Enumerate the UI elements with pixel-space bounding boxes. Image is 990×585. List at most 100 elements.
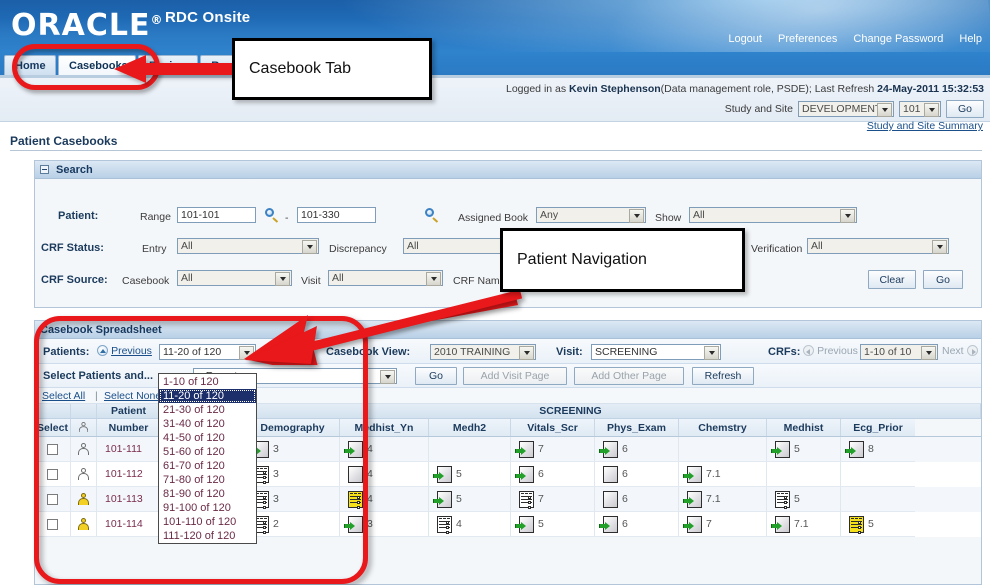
crf-cell[interactable]: 4	[429, 512, 511, 537]
crf-page-entry-arrow-icon[interactable]	[433, 465, 452, 484]
patients-range-option[interactable]: 1-10 of 120	[159, 375, 256, 389]
crf-cell[interactable]: 6	[511, 462, 595, 487]
patients-previous-button[interactable]: Previous	[97, 345, 152, 357]
patient-number-cell[interactable]: 101-112	[97, 462, 161, 487]
logout-link[interactable]: Logout	[728, 33, 762, 45]
row-select-checkbox[interactable]	[47, 493, 58, 505]
tab-review[interactable]: Review	[138, 55, 198, 75]
crf-page-entry-arrow-icon[interactable]	[599, 515, 618, 534]
crf-page-entry-arrow-icon[interactable]	[845, 440, 864, 459]
crf-cell[interactable]: 7.1	[679, 487, 767, 512]
row-select-cell[interactable]	[35, 487, 71, 512]
crf-cell[interactable]: 4	[340, 487, 429, 512]
tab-casebooks[interactable]: Casebooks	[58, 55, 136, 75]
visit-nav-select[interactable]: SCREENING	[591, 344, 721, 360]
patients-next-button[interactable]: Next	[261, 345, 297, 357]
crf-cell[interactable]: 6	[595, 462, 679, 487]
patient-range-from-input[interactable]: 101-101	[177, 207, 256, 223]
crf-cell[interactable]: 5	[429, 487, 511, 512]
crf-page-entry-arrow-icon[interactable]	[683, 465, 702, 484]
crf-cell[interactable]: 2	[246, 512, 340, 537]
patients-range-option[interactable]: 21-30 of 120	[159, 403, 256, 417]
site-select[interactable]: 101	[899, 101, 941, 117]
crf-page-entry-arrow-icon[interactable]	[683, 515, 702, 534]
casebook-select[interactable]: All	[177, 270, 292, 286]
casebook-view-select[interactable]: 2010 TRAINING	[430, 344, 536, 360]
crf-cell[interactable]: 4	[340, 462, 429, 487]
crf-page-entry-arrow-icon[interactable]	[344, 515, 363, 534]
visit-select[interactable]: All	[328, 270, 443, 286]
show-select[interactable]: All	[689, 207, 857, 223]
patients-range-option[interactable]: 81-90 of 120	[159, 487, 256, 501]
crf-cell[interactable]: 5	[841, 512, 915, 537]
crf-page-blank-icon[interactable]	[346, 465, 363, 484]
crf-cell[interactable]: 7.1	[679, 462, 767, 487]
row-select-cell[interactable]	[35, 437, 71, 462]
crf-page-entry-arrow-icon[interactable]	[771, 440, 790, 459]
patients-range-option[interactable]: 91-100 of 120	[159, 501, 256, 515]
assigned-book-select[interactable]: Any	[536, 207, 646, 223]
patient-range-to-input[interactable]: 101-330	[297, 207, 376, 223]
patients-range-select[interactable]: 11-20 of 120	[159, 344, 256, 360]
tab-home[interactable]: Home	[4, 55, 56, 75]
search-icon[interactable]	[265, 208, 280, 223]
crf-page-entry-arrow-icon[interactable]	[515, 515, 534, 534]
crf-cell[interactable]: 4	[340, 437, 429, 462]
patients-range-option[interactable]: 41-50 of 120	[159, 431, 256, 445]
row-select-checkbox[interactable]	[47, 443, 58, 455]
patient-number-cell[interactable]: 101-111	[97, 437, 161, 462]
crf-cell[interactable]: 3	[246, 462, 340, 487]
preferences-link[interactable]: Preferences	[778, 33, 837, 45]
crfs-range-select[interactable]: 1-10 of 10	[860, 344, 938, 360]
crf-page-entry-arrow-icon[interactable]	[515, 465, 534, 484]
crf-cell[interactable]: 8	[841, 437, 915, 462]
patients-range-option[interactable]: 31-40 of 120	[159, 417, 256, 431]
row-select-cell[interactable]	[35, 512, 71, 537]
patients-range-option[interactable]: 71-80 of 120	[159, 473, 256, 487]
crf-page-entry-arrow-icon[interactable]	[433, 490, 452, 509]
crf-page-entry-arrow-icon[interactable]	[683, 490, 702, 509]
select-none-link[interactable]: Select None	[104, 390, 161, 402]
crf-page-entered-icon[interactable]	[435, 515, 452, 534]
patients-range-option[interactable]: 61-70 of 120	[159, 459, 256, 473]
add-visit-page-button[interactable]: Add Visit Page	[463, 367, 567, 385]
patients-range-option[interactable]: 111-120 of 120	[159, 529, 256, 543]
help-link[interactable]: Help	[959, 33, 982, 45]
crf-page-entry-arrow-icon[interactable]	[599, 440, 618, 459]
patients-range-option[interactable]: 101-110 of 120	[159, 515, 256, 529]
verification-select[interactable]: All	[807, 238, 949, 254]
crf-cell[interactable]: 6	[595, 437, 679, 462]
row-select-checkbox[interactable]	[47, 468, 58, 480]
crf-page-blank-icon[interactable]	[601, 490, 618, 509]
crf-cell[interactable]: 7	[511, 437, 595, 462]
crf-cell[interactable]: 5	[429, 462, 511, 487]
crf-cell[interactable]: 7.1	[767, 512, 841, 537]
collapse-icon[interactable]	[40, 165, 49, 174]
crf-cell[interactable]: 7	[511, 487, 595, 512]
crf-page-entry-arrow-icon[interactable]	[515, 440, 534, 459]
crf-cell[interactable]: 7	[679, 512, 767, 537]
search-panel-header[interactable]: Search	[35, 161, 981, 179]
search-go-button[interactable]: Go	[923, 270, 963, 289]
crf-cell[interactable]: 5	[511, 512, 595, 537]
entry-status-select[interactable]: All	[177, 238, 319, 254]
crf-cell[interactable]: 3	[246, 487, 340, 512]
patients-range-option[interactable]: 51-60 of 120	[159, 445, 256, 459]
add-other-page-button[interactable]: Add Other Page	[574, 367, 684, 385]
crf-cell[interactable]: 3	[340, 512, 429, 537]
row-select-cell[interactable]	[35, 462, 71, 487]
crf-page-discrepancy-icon[interactable]	[847, 515, 864, 534]
crf-cell[interactable]: 6	[595, 512, 679, 537]
crf-cell[interactable]: 5	[767, 487, 841, 512]
clear-button[interactable]: Clear	[868, 270, 916, 289]
crf-page-discrepancy-icon[interactable]	[346, 490, 363, 509]
study-select[interactable]: DEVELOPMENT	[798, 101, 894, 117]
crf-page-blank-icon[interactable]	[601, 465, 618, 484]
patient-number-cell[interactable]: 101-114	[97, 512, 161, 537]
select-all-link[interactable]: Select All	[42, 390, 85, 402]
patients-range-option[interactable]: 11-20 of 120	[159, 389, 256, 403]
crf-page-entered-icon[interactable]	[517, 490, 534, 509]
patient-number-cell[interactable]: 101-113	[97, 487, 161, 512]
row-select-checkbox[interactable]	[47, 518, 58, 530]
action-go-button[interactable]: Go	[415, 367, 457, 385]
